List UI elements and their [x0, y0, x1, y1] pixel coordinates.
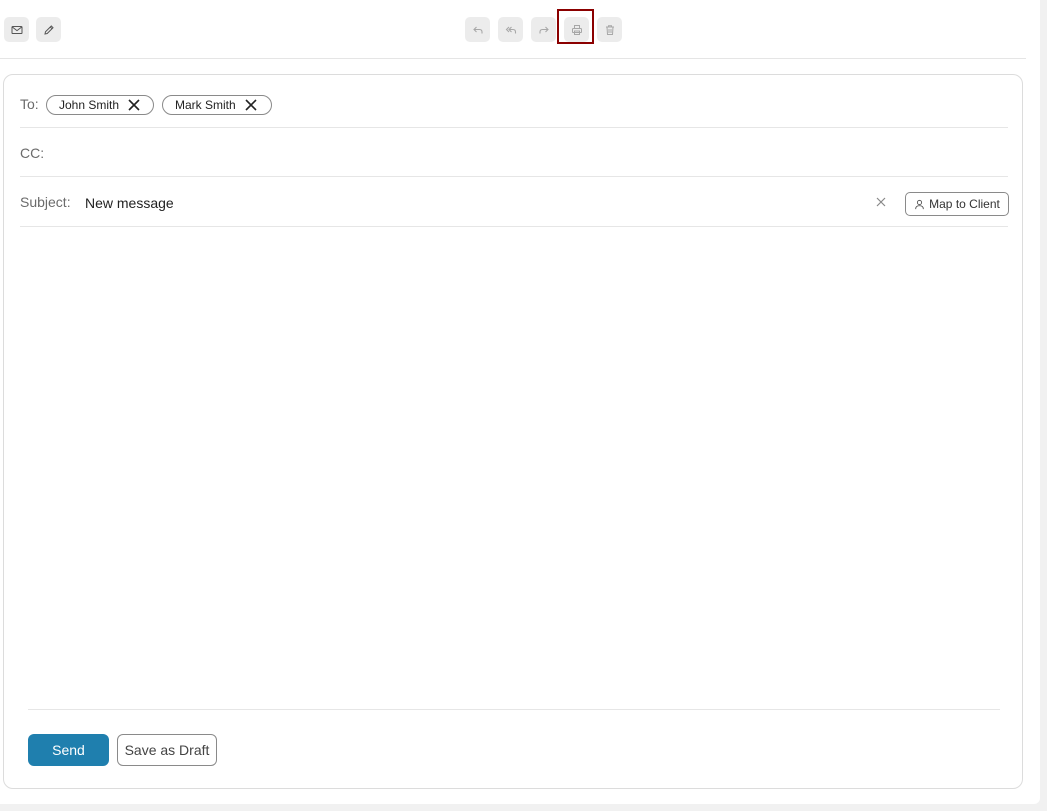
remove-recipient-icon[interactable]	[127, 98, 141, 112]
reply-icon[interactable]	[465, 17, 490, 42]
send-button[interactable]: Send	[28, 734, 109, 766]
map-to-client-label: Map to Client	[929, 197, 1000, 211]
cc-label: CC:	[20, 145, 45, 161]
footer-divider	[28, 709, 1000, 710]
clear-subject-icon[interactable]	[874, 195, 888, 209]
message-body-editor[interactable]	[20, 227, 1008, 707]
recipient-name: Mark Smith	[175, 98, 236, 112]
print-icon[interactable]	[564, 17, 589, 42]
cc-row[interactable]: CC:	[20, 128, 1008, 177]
subject-row: Subject: New message Map to Client	[20, 177, 1009, 227]
map-to-client-button[interactable]: Map to Client	[905, 192, 1009, 216]
email-compose-window: To: John Smith Mark Smith CC: Subject: N…	[0, 0, 1040, 804]
save-as-draft-button[interactable]: Save as Draft	[117, 734, 217, 766]
envelope-icon[interactable]	[4, 17, 29, 42]
remove-recipient-icon[interactable]	[244, 98, 258, 112]
reply-all-icon[interactable]	[498, 17, 523, 42]
forward-icon[interactable]	[531, 17, 556, 42]
compose-card: To: John Smith Mark Smith CC: Subject: N…	[3, 74, 1023, 789]
to-row: To: John Smith Mark Smith	[20, 75, 1008, 128]
recipient-chip-john-smith[interactable]: John Smith	[46, 95, 154, 115]
page-edge	[1040, 0, 1047, 811]
pencil-icon[interactable]	[36, 17, 61, 42]
recipient-chip-mark-smith[interactable]: Mark Smith	[162, 95, 272, 115]
subject-input[interactable]: New message	[85, 195, 174, 211]
toolbar	[0, 0, 1026, 59]
recipient-name: John Smith	[59, 98, 120, 112]
trash-icon[interactable]	[597, 17, 622, 42]
to-label: To:	[20, 96, 39, 112]
person-icon	[915, 199, 924, 209]
subject-label: Subject:	[20, 194, 71, 210]
